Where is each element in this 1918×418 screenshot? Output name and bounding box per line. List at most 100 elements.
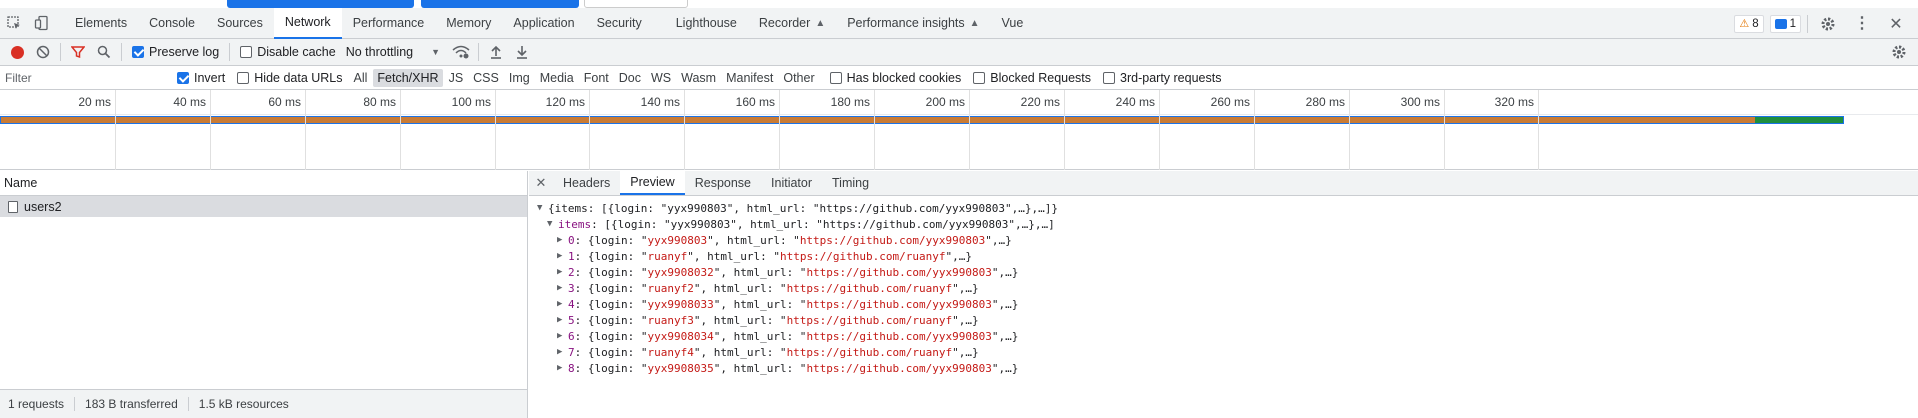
request-row[interactable]: users2	[0, 196, 527, 217]
expand-right-arrow-icon[interactable]: ▶	[557, 267, 568, 277]
details-tab-response[interactable]: Response	[685, 171, 761, 195]
json-entry-line[interactable]: ▶ 7: {login: " ruanyf4 ", html_url: " https:…	[529, 344, 1918, 360]
blocked-requests-checkbox[interactable]: Blocked Requests	[973, 71, 1091, 85]
expand-right-arrow-icon[interactable]: ▶	[557, 315, 568, 325]
json-entry-line[interactable]: ▶ 2: {login: " yyx9908032 ", html_url: " htt…	[529, 264, 1918, 280]
type-filter-wasm[interactable]: Wasm	[677, 69, 720, 87]
type-filter-other[interactable]: Other	[779, 69, 818, 87]
type-filter-doc[interactable]: Doc	[615, 69, 645, 87]
messages-badge[interactable]: 1	[1769, 14, 1801, 33]
json-entry-line[interactable]: ▶ 1: {login: " ruanyf ", html_url: " https:/…	[529, 248, 1918, 264]
search-icon[interactable]	[91, 39, 117, 65]
device-toolbar-icon[interactable]	[28, 9, 56, 37]
hide-data-urls-checkbox[interactable]: Hide data URLs	[237, 71, 343, 85]
json-entry-line[interactable]: ▶ 4: {login: " yyx9908033 ", html_url: " htt…	[529, 296, 1918, 312]
details-tab-headers[interactable]: Headers	[553, 171, 620, 195]
checkbox-unchecked[interactable]	[829, 71, 842, 84]
expand-right-arrow-icon[interactable]: ▶	[557, 235, 568, 245]
export-har-icon[interactable]	[509, 39, 535, 65]
warning-icon: ⚠	[1739, 18, 1750, 30]
tab-vue[interactable]: Vue	[991, 8, 1035, 39]
json-entry-line[interactable]: ▶ 3: {login: " ruanyf2 ", html_url: " https:…	[529, 280, 1918, 296]
tab-console[interactable]: Console	[138, 8, 206, 39]
timeline-grid-line	[1444, 90, 1445, 170]
checkbox-unchecked[interactable]	[237, 71, 250, 84]
filter-input[interactable]	[0, 66, 165, 89]
tab-sources[interactable]: Sources	[206, 8, 274, 39]
request-rows: users2	[0, 196, 527, 217]
checkbox-checked[interactable]	[177, 71, 189, 84]
expand-right-arrow-icon[interactable]: ▶	[557, 347, 568, 357]
type-filter-manifest[interactable]: Manifest	[722, 69, 777, 87]
type-filter-css[interactable]: CSS	[469, 69, 503, 87]
tab-lighthouse[interactable]: Lighthouse	[665, 8, 748, 39]
type-filter-img[interactable]: Img	[505, 69, 534, 87]
expand-right-arrow-icon[interactable]: ▶	[557, 251, 568, 261]
json-entry-line[interactable]: ▶ 6: {login: " yyx9908034 ", html_url: " htt…	[529, 328, 1918, 344]
json-punct: ",…}	[945, 249, 973, 263]
third-party-requests-checkbox[interactable]: 3rd-party requests	[1103, 71, 1221, 85]
details-tab-preview[interactable]: Preview	[620, 171, 685, 195]
tab-recorder[interactable]: Recorder ▲	[748, 8, 836, 39]
tab-application[interactable]: Application	[502, 8, 585, 39]
settings-gear-icon[interactable]	[1814, 10, 1842, 38]
details-tab-timing[interactable]: Timing	[822, 171, 879, 195]
checkbox-unchecked[interactable]	[973, 71, 986, 84]
disable-cache-checkbox[interactable]: Disable cache	[240, 45, 336, 59]
preserve-log-checkbox[interactable]: Preserve log	[132, 45, 219, 59]
type-filter-font[interactable]: Font	[580, 69, 613, 87]
expand-down-arrow-icon[interactable]: ▼	[537, 203, 548, 213]
timeline-grid-line	[1159, 90, 1160, 170]
json-entry-line[interactable]: ▶ 0: {login: " yyx990803 ", html_url: " http…	[529, 232, 1918, 248]
json-url-value: https://github.com/ruanyf	[779, 249, 946, 263]
expand-right-arrow-icon[interactable]: ▶	[557, 363, 568, 373]
tab-memory[interactable]: Memory	[435, 8, 502, 39]
json-entry-index: 0	[568, 233, 575, 247]
type-filter-ws[interactable]: WS	[647, 69, 675, 87]
details-tab-initiator[interactable]: Initiator	[761, 171, 822, 195]
network-overview-timeline[interactable]: 20 ms 40 ms 60 ms 80 ms 100 ms 120 ms 140 ms 16…	[0, 90, 1918, 170]
json-url-value: https://github.com/yyx990803	[806, 361, 992, 375]
network-settings-gear-icon[interactable]	[1886, 39, 1912, 65]
close-devtools-icon[interactable]: ✕	[1882, 10, 1910, 38]
expand-right-arrow-icon[interactable]: ▶	[557, 299, 568, 309]
type-filter-fetch-xhr[interactable]: Fetch/XHR	[373, 68, 443, 87]
warnings-badge[interactable]: ⚠ 8	[1734, 14, 1764, 33]
json-root-line[interactable]: ▼ {items: [{login: "yyx990803", html_url:…	[529, 200, 1918, 216]
request-name: users2	[24, 199, 62, 214]
expand-right-arrow-icon[interactable]: ▶	[557, 331, 568, 341]
checkbox-checked[interactable]	[132, 46, 144, 58]
inspect-element-icon[interactable]	[0, 9, 28, 37]
throttling-select[interactable]: No throttling ▼	[346, 45, 440, 59]
tab-performance[interactable]: Performance	[342, 8, 436, 39]
expand-down-arrow-icon[interactable]: ▼	[547, 219, 558, 229]
tab-security[interactable]: Security	[586, 8, 653, 39]
import-har-icon[interactable]	[483, 39, 509, 65]
json-punct: : {login: "	[574, 361, 648, 375]
json-items-line[interactable]: ▼ items: [{login: "yyx990803", html_url: …	[529, 216, 1918, 232]
json-login-value: yyx9908035	[647, 361, 714, 375]
json-punct: ", html_url: "	[713, 329, 807, 343]
timeline-grid-line	[210, 90, 211, 170]
more-options-icon[interactable]: ⋮	[1848, 10, 1876, 38]
tab-performance-insights[interactable]: Performance insights ▲	[836, 8, 990, 39]
name-column-header[interactable]: Name	[0, 171, 527, 196]
record-icon[interactable]	[4, 39, 30, 65]
clear-icon[interactable]	[30, 39, 56, 65]
tab-network[interactable]: Network	[273, 7, 342, 39]
type-filter-js[interactable]: JS	[445, 69, 468, 87]
json-entry-index: 8	[568, 361, 575, 375]
checkbox-unchecked[interactable]	[240, 46, 253, 58]
close-details-icon[interactable]: ✕	[529, 171, 553, 195]
json-entry-line[interactable]: ▶ 8: {login: " yyx9908035 ", html_url: " htt…	[529, 360, 1918, 376]
has-blocked-cookies-checkbox[interactable]: Has blocked cookies	[829, 71, 961, 85]
json-entry-line[interactable]: ▶ 5: {login: " ruanyf3 ", html_url: " https:…	[529, 312, 1918, 328]
type-filter-all[interactable]: All	[350, 69, 372, 87]
filter-icon[interactable]	[65, 39, 91, 65]
expand-right-arrow-icon[interactable]: ▶	[557, 283, 568, 293]
invert-checkbox[interactable]: Invert	[177, 71, 225, 85]
type-filter-media[interactable]: Media	[536, 69, 578, 87]
tab-elements[interactable]: Elements	[64, 8, 138, 39]
network-conditions-icon[interactable]	[448, 39, 474, 65]
checkbox-unchecked[interactable]	[1103, 71, 1116, 84]
